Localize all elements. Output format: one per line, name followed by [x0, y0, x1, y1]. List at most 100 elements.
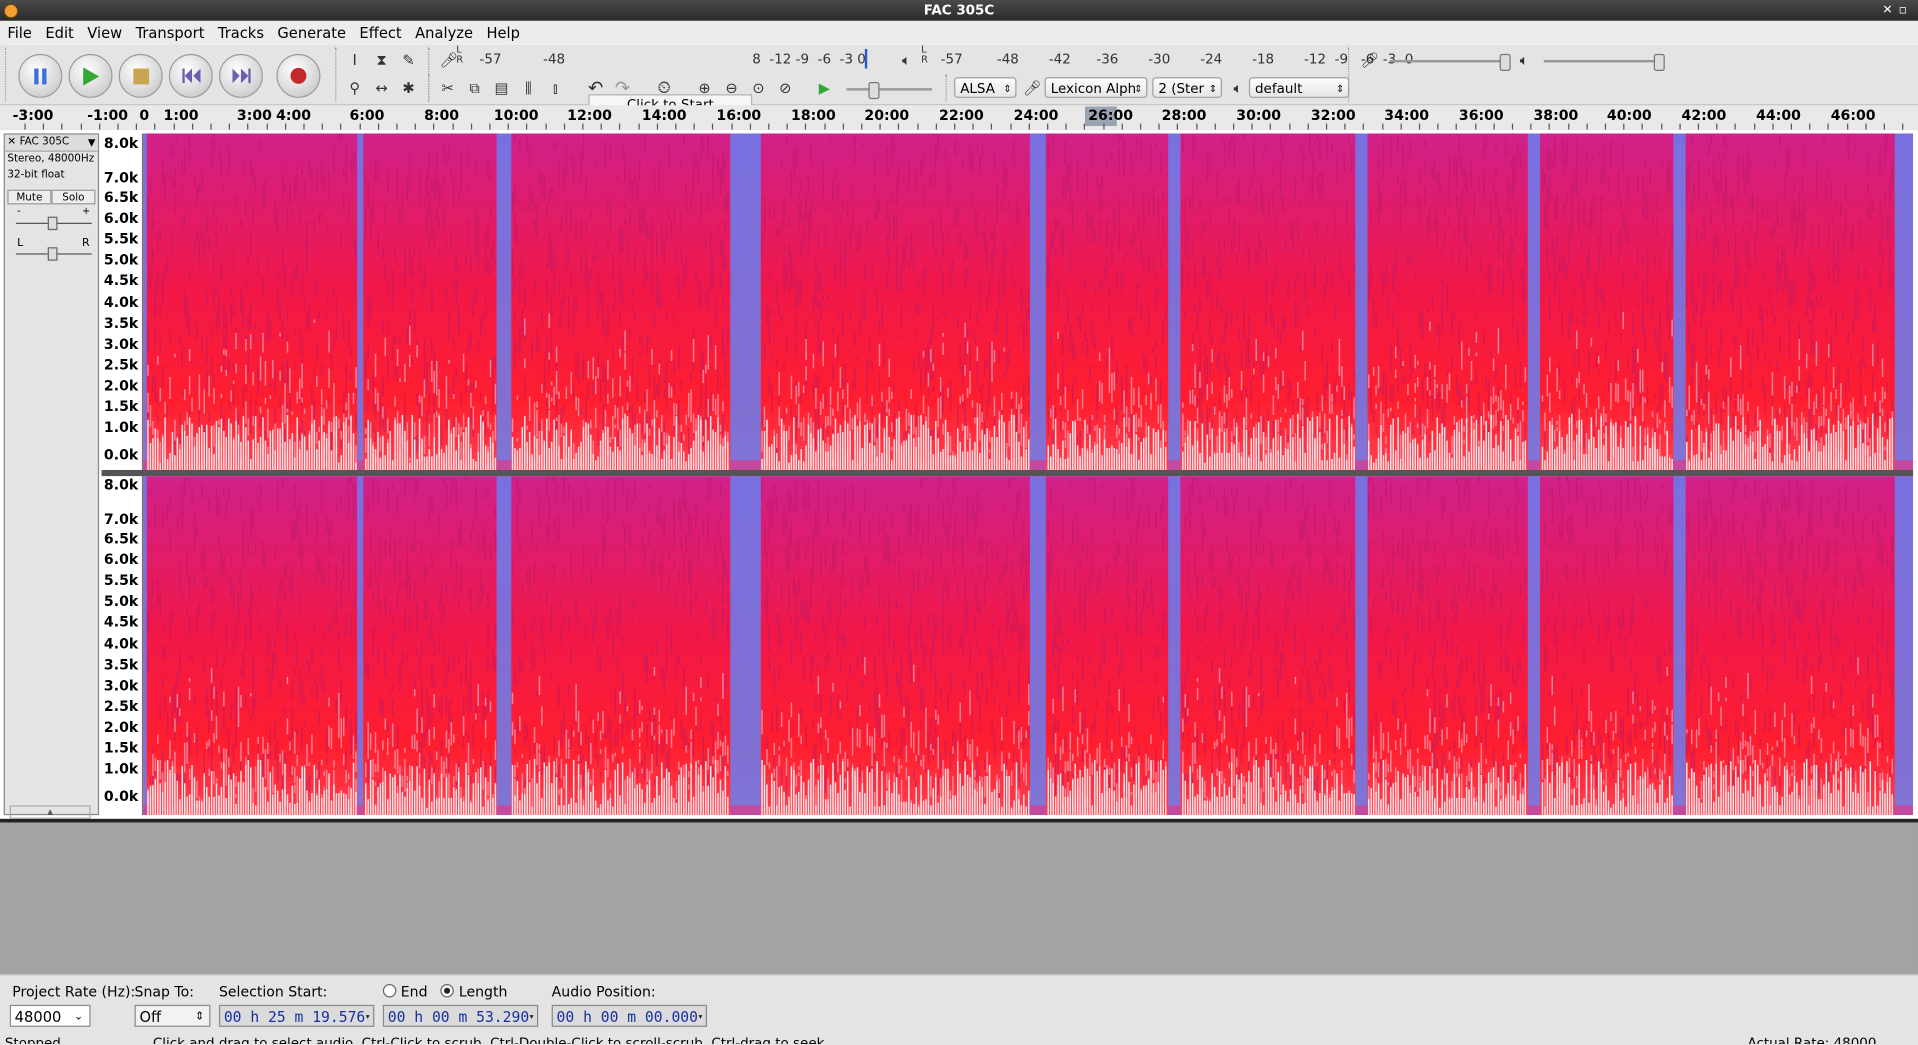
- menu-generate[interactable]: Generate: [270, 21, 352, 45]
- frequency-label: 4.5k: [103, 271, 139, 289]
- menu-tracks[interactable]: Tracks: [211, 21, 271, 45]
- ruler-label: 34:00: [1384, 106, 1430, 124]
- frequency-label: 5.0k: [103, 592, 139, 610]
- ruler-label: 44:00: [1756, 106, 1801, 124]
- fit-project-icon[interactable]: ⊘: [773, 76, 797, 100]
- play-at-speed-icon[interactable]: ▶: [812, 76, 836, 100]
- length-radio[interactable]: [440, 984, 455, 998]
- selection-start-time[interactable]: 00 h 25 m 19.576 s ▾: [218, 1004, 375, 1027]
- menu-transport[interactable]: Transport: [128, 21, 210, 45]
- stop-button[interactable]: [118, 53, 163, 98]
- toolbar-grip[interactable]: [428, 74, 434, 102]
- close-track-icon[interactable]: ✕: [7, 135, 16, 151]
- pause-button[interactable]: [18, 53, 63, 98]
- record-meter-tick: -48: [543, 51, 566, 68]
- frequency-ruler-right[interactable]: 8.0k 7.0k 6.5k 6.0k 5.5k 5.0k 4.5k 4.0k 3.5k 3.0k…: [101, 476, 144, 816]
- spectrogram-left-channel[interactable]: [143, 133, 1914, 470]
- frequency-label: 0.0k: [103, 445, 139, 464]
- draw-tool-icon[interactable]: ✎: [396, 48, 420, 72]
- menu-help[interactable]: Help: [479, 21, 526, 45]
- project-rate-label: Project Rate (Hz):: [12, 982, 136, 1000]
- silence-icon[interactable]: ⫾: [543, 76, 567, 100]
- ruler-label: -1:00: [87, 106, 129, 124]
- frequency-label: 2.0k: [103, 376, 139, 395]
- collapse-track-button[interactable]: ▲: [9, 805, 91, 819]
- skip-to-end-button[interactable]: [218, 53, 263, 98]
- sync-lock-icon[interactable]: ⏲: [652, 76, 676, 100]
- recording-device-select[interactable]: Lexicon Alph ⇕: [1044, 77, 1148, 98]
- track-name-bar[interactable]: ✕ FAC 305C ▼: [4, 134, 98, 152]
- menu-effect[interactable]: Effect: [352, 21, 408, 45]
- ruler-label: 28:00: [1161, 106, 1207, 124]
- menu-analyze[interactable]: Analyze: [408, 21, 479, 45]
- menu-edit[interactable]: Edit: [38, 21, 80, 45]
- playback-volume-slider[interactable]: [1543, 53, 1665, 71]
- frequency-label: 1.0k: [103, 418, 139, 436]
- toolbar-grip[interactable]: [335, 47, 341, 102]
- solo-button[interactable]: Solo: [51, 189, 96, 205]
- undo-icon[interactable]: ↶: [583, 76, 607, 100]
- toolbar-grip[interactable]: [945, 74, 952, 102]
- recording-volume-slider[interactable]: [1389, 53, 1511, 71]
- selection-tool-icon[interactable]: I: [342, 48, 366, 72]
- speaker-icon[interactable]: 🔈︎: [894, 48, 918, 72]
- speaker-icon: 🔈︎: [1519, 50, 1529, 68]
- menu-bar: File Edit View Transport Tracks Generate Effec…: [0, 20, 1918, 47]
- copy-icon[interactable]: ⧉: [462, 76, 486, 100]
- toolbar-grip[interactable]: [4, 47, 11, 102]
- channels-select[interactable]: 2 (Ster ⇕: [1152, 77, 1222, 98]
- ruler-label: 24:00: [1013, 106, 1059, 124]
- quiet-segment: [1029, 476, 1046, 816]
- track-menu-dropdown-icon[interactable]: ▼: [88, 135, 96, 151]
- play-at-speed-knob[interactable]: [868, 82, 880, 100]
- multi-tool-icon[interactable]: ✱: [396, 76, 420, 100]
- ruler-label: 10:00: [493, 106, 539, 124]
- envelope-tool-icon[interactable]: ⧗: [369, 48, 393, 72]
- playback-device-select[interactable]: default ⇕: [1248, 77, 1350, 98]
- zoom-tool-icon[interactable]: ⚲: [342, 76, 366, 100]
- record-button[interactable]: [276, 53, 321, 98]
- mute-button[interactable]: Mute: [7, 189, 52, 205]
- playback-meter[interactable]: L R -57 -48 -42 -36 -30 -24 -18 -12 -9 -…: [921, 45, 1413, 71]
- frequency-label: 6.5k: [103, 188, 139, 206]
- trim-icon[interactable]: ⫼: [516, 76, 540, 100]
- quiet-segment: [1894, 476, 1914, 816]
- play-at-speed-slider[interactable]: [846, 82, 933, 100]
- play-button[interactable]: [68, 53, 113, 98]
- gain-slider-knob[interactable]: [47, 216, 58, 231]
- frequency-ruler-left[interactable]: 8.0k 7.0k 6.5k 6.0k 5.5k 5.0k 4.5k 4.0k 3.5k 3.0k…: [101, 133, 144, 470]
- timeshift-tool-icon[interactable]: ↔: [369, 76, 393, 100]
- menu-file[interactable]: File: [0, 21, 38, 45]
- project-rate-combo[interactable]: 48000 ⌄: [9, 1004, 91, 1027]
- zoom-out-icon[interactable]: ⊖: [719, 76, 743, 100]
- quiet-segment: [496, 476, 512, 816]
- spectrogram-right-channel[interactable]: [143, 476, 1914, 816]
- playback-volume-knob[interactable]: [1653, 53, 1665, 71]
- ruler-label: -3:00: [12, 106, 54, 124]
- pan-slider-knob[interactable]: [47, 247, 58, 261]
- frequency-label: 1.0k: [103, 760, 139, 778]
- zoom-in-icon[interactable]: ⊕: [692, 76, 716, 100]
- snap-to-select[interactable]: Off ⇕: [134, 1004, 211, 1027]
- audio-position-time[interactable]: 00 h 00 m 00.000 s ▾: [551, 1004, 708, 1027]
- chevron-updown-icon: ⇕: [1336, 83, 1345, 95]
- menu-view[interactable]: View: [80, 21, 128, 45]
- skip-to-start-button[interactable]: [168, 53, 213, 98]
- quiet-segment: [1894, 133, 1914, 470]
- end-radio[interactable]: [382, 984, 397, 998]
- audio-host-select[interactable]: ALSA ⇕: [954, 77, 1017, 98]
- frequency-label: 5.0k: [103, 250, 139, 269]
- window-controls[interactable]: ✕▫: [1882, 0, 1913, 21]
- timeline-ruler[interactable]: -3:00 -1:00 0 1:00 3:00 4:00 6:00 8:00 10:00 12:0…: [0, 105, 1918, 131]
- ruler-label: 26:00: [1088, 106, 1134, 124]
- cut-icon[interactable]: ✂: [435, 76, 459, 100]
- record-meter[interactable]: L R -57 -48: [456, 45, 587, 71]
- fit-selection-icon[interactable]: ⊙: [746, 76, 770, 100]
- skip-end-icon: [220, 55, 262, 97]
- snap-to-label: Snap To:: [134, 982, 194, 1000]
- paste-icon[interactable]: ▤: [489, 76, 513, 100]
- recording-volume-knob[interactable]: [1499, 53, 1511, 71]
- selection-length-time[interactable]: 00 h 00 m 53.290 s ▾: [382, 1004, 539, 1027]
- redo-icon[interactable]: ↷: [610, 76, 634, 100]
- selection-length-value: 00 h 00 m 53.290 s: [387, 1008, 539, 1026]
